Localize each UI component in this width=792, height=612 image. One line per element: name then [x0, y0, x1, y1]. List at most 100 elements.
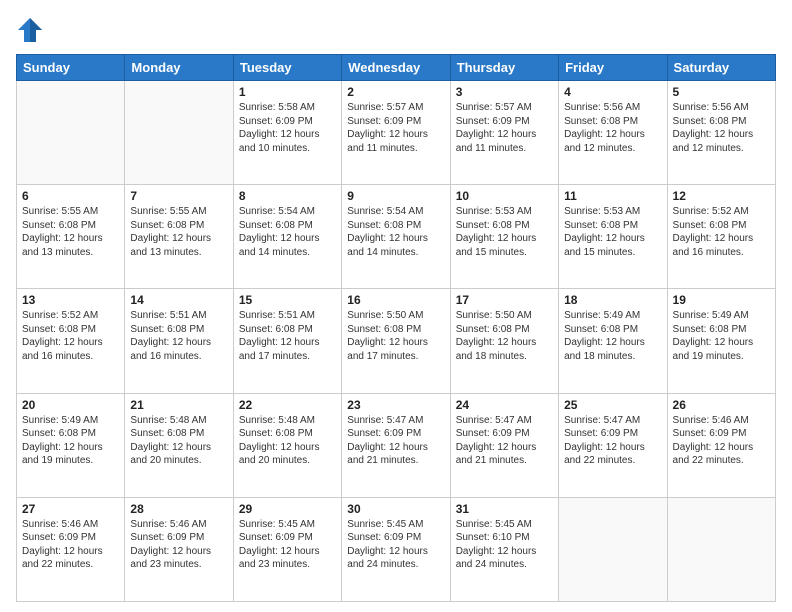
calendar-cell: 28 Sunrise: 5:46 AM Sunset: 6:09 PM Dayli…	[125, 497, 233, 601]
calendar-cell: 30 Sunrise: 5:45 AM Sunset: 6:09 PM Dayli…	[342, 497, 450, 601]
day-info: Sunrise: 5:57 AM Sunset: 6:09 PM Dayligh…	[347, 101, 444, 155]
day-info: Sunrise: 5:53 AM Sunset: 6:08 PM Dayligh…	[564, 205, 661, 259]
day-number: 22	[239, 398, 336, 412]
day-info: Sunrise: 5:50 AM Sunset: 6:08 PM Dayligh…	[347, 309, 444, 363]
day-info: Sunrise: 5:45 AM Sunset: 6:09 PM Dayligh…	[347, 518, 444, 572]
calendar-cell: 29 Sunrise: 5:45 AM Sunset: 6:09 PM Dayli…	[233, 497, 341, 601]
day-number: 31	[456, 502, 553, 516]
day-info: Sunrise: 5:54 AM Sunset: 6:08 PM Dayligh…	[347, 205, 444, 259]
calendar-cell: 10 Sunrise: 5:53 AM Sunset: 6:08 PM Dayli…	[450, 185, 558, 289]
day-number: 23	[347, 398, 444, 412]
calendar-cell: 16 Sunrise: 5:50 AM Sunset: 6:08 PM Dayli…	[342, 289, 450, 393]
day-number: 30	[347, 502, 444, 516]
day-info: Sunrise: 5:49 AM Sunset: 6:08 PM Dayligh…	[673, 309, 770, 363]
day-number: 29	[239, 502, 336, 516]
logo-icon	[16, 16, 44, 44]
day-info: Sunrise: 5:51 AM Sunset: 6:08 PM Dayligh…	[239, 309, 336, 363]
day-number: 7	[130, 189, 227, 203]
calendar-header-monday: Monday	[125, 55, 233, 81]
calendar-header-saturday: Saturday	[667, 55, 775, 81]
calendar-week-row: 13 Sunrise: 5:52 AM Sunset: 6:08 PM Dayli…	[17, 289, 776, 393]
day-number: 16	[347, 293, 444, 307]
day-number: 24	[456, 398, 553, 412]
calendar-cell	[667, 497, 775, 601]
header	[16, 16, 776, 44]
day-info: Sunrise: 5:56 AM Sunset: 6:08 PM Dayligh…	[673, 101, 770, 155]
day-number: 15	[239, 293, 336, 307]
calendar-cell	[125, 81, 233, 185]
day-info: Sunrise: 5:46 AM Sunset: 6:09 PM Dayligh…	[130, 518, 227, 572]
day-info: Sunrise: 5:48 AM Sunset: 6:08 PM Dayligh…	[239, 414, 336, 468]
day-info: Sunrise: 5:46 AM Sunset: 6:09 PM Dayligh…	[22, 518, 119, 572]
calendar-cell: 7 Sunrise: 5:55 AM Sunset: 6:08 PM Daylig…	[125, 185, 233, 289]
day-number: 25	[564, 398, 661, 412]
calendar-header-tuesday: Tuesday	[233, 55, 341, 81]
day-number: 26	[673, 398, 770, 412]
day-number: 28	[130, 502, 227, 516]
day-info: Sunrise: 5:47 AM Sunset: 6:09 PM Dayligh…	[456, 414, 553, 468]
calendar-cell: 15 Sunrise: 5:51 AM Sunset: 6:08 PM Dayli…	[233, 289, 341, 393]
calendar-cell: 2 Sunrise: 5:57 AM Sunset: 6:09 PM Daylig…	[342, 81, 450, 185]
calendar-cell: 31 Sunrise: 5:45 AM Sunset: 6:10 PM Dayli…	[450, 497, 558, 601]
calendar-cell: 26 Sunrise: 5:46 AM Sunset: 6:09 PM Dayli…	[667, 393, 775, 497]
day-info: Sunrise: 5:45 AM Sunset: 6:10 PM Dayligh…	[456, 518, 553, 572]
day-number: 17	[456, 293, 553, 307]
day-info: Sunrise: 5:55 AM Sunset: 6:08 PM Dayligh…	[22, 205, 119, 259]
calendar-cell: 9Sunrise: 5:54 AM Sunset: 6:08 PM Daylig…	[342, 185, 450, 289]
calendar-cell: 3Sunrise: 5:57 AM Sunset: 6:09 PM Daylig…	[450, 81, 558, 185]
day-info: Sunrise: 5:51 AM Sunset: 6:08 PM Dayligh…	[130, 309, 227, 363]
day-number: 18	[564, 293, 661, 307]
day-info: Sunrise: 5:50 AM Sunset: 6:08 PM Dayligh…	[456, 309, 553, 363]
day-number: 1	[239, 85, 336, 99]
day-info: Sunrise: 5:53 AM Sunset: 6:08 PM Dayligh…	[456, 205, 553, 259]
calendar-cell: 21 Sunrise: 5:48 AM Sunset: 6:08 PM Dayli…	[125, 393, 233, 497]
calendar-header-thursday: Thursday	[450, 55, 558, 81]
calendar-cell: 20Sunrise: 5:49 AM Sunset: 6:08 PM Dayli…	[17, 393, 125, 497]
day-number: 11	[564, 189, 661, 203]
calendar-cell: 6 Sunrise: 5:55 AM Sunset: 6:08 PM Daylig…	[17, 185, 125, 289]
calendar-cell: 13 Sunrise: 5:52 AM Sunset: 6:08 PM Dayli…	[17, 289, 125, 393]
day-info: Sunrise: 5:46 AM Sunset: 6:09 PM Dayligh…	[673, 414, 770, 468]
calendar-cell: 12 Sunrise: 5:52 AM Sunset: 6:08 PM Dayli…	[667, 185, 775, 289]
day-number: 21	[130, 398, 227, 412]
day-info: Sunrise: 5:52 AM Sunset: 6:08 PM Dayligh…	[673, 205, 770, 259]
day-number: 6	[22, 189, 119, 203]
calendar-cell	[559, 497, 667, 601]
calendar-header-sunday: Sunday	[17, 55, 125, 81]
calendar-header-friday: Friday	[559, 55, 667, 81]
calendar-cell: 23 Sunrise: 5:47 AM Sunset: 6:09 PM Dayli…	[342, 393, 450, 497]
day-number: 5	[673, 85, 770, 99]
day-number: 8	[239, 189, 336, 203]
day-number: 2	[347, 85, 444, 99]
day-number: 14	[130, 293, 227, 307]
day-number: 12	[673, 189, 770, 203]
day-number: 4	[564, 85, 661, 99]
calendar-cell: 18Sunrise: 5:49 AM Sunset: 6:08 PM Dayli…	[559, 289, 667, 393]
day-info: Sunrise: 5:47 AM Sunset: 6:09 PM Dayligh…	[347, 414, 444, 468]
calendar-week-row: 27 Sunrise: 5:46 AM Sunset: 6:09 PM Dayli…	[17, 497, 776, 601]
day-info: Sunrise: 5:58 AM Sunset: 6:09 PM Dayligh…	[239, 101, 336, 155]
calendar-cell: 17 Sunrise: 5:50 AM Sunset: 6:08 PM Dayli…	[450, 289, 558, 393]
day-number: 27	[22, 502, 119, 516]
day-info: Sunrise: 5:47 AM Sunset: 6:09 PM Dayligh…	[564, 414, 661, 468]
calendar-cell: 19Sunrise: 5:49 AM Sunset: 6:08 PM Dayli…	[667, 289, 775, 393]
day-info: Sunrise: 5:54 AM Sunset: 6:08 PM Dayligh…	[239, 205, 336, 259]
calendar-week-row: 1 Sunrise: 5:58 AM Sunset: 6:09 PM Daylig…	[17, 81, 776, 185]
calendar-table: SundayMondayTuesdayWednesdayThursdayFrid…	[16, 54, 776, 602]
calendar-week-row: 6 Sunrise: 5:55 AM Sunset: 6:08 PM Daylig…	[17, 185, 776, 289]
day-info: Sunrise: 5:55 AM Sunset: 6:08 PM Dayligh…	[130, 205, 227, 259]
day-number: 13	[22, 293, 119, 307]
day-number: 10	[456, 189, 553, 203]
calendar-cell: 27 Sunrise: 5:46 AM Sunset: 6:09 PM Dayli…	[17, 497, 125, 601]
calendar-header-row: SundayMondayTuesdayWednesdayThursdayFrid…	[17, 55, 776, 81]
day-info: Sunrise: 5:52 AM Sunset: 6:08 PM Dayligh…	[22, 309, 119, 363]
day-info: Sunrise: 5:57 AM Sunset: 6:09 PM Dayligh…	[456, 101, 553, 155]
calendar-cell: 11 Sunrise: 5:53 AM Sunset: 6:08 PM Dayli…	[559, 185, 667, 289]
day-number: 20	[22, 398, 119, 412]
day-info: Sunrise: 5:45 AM Sunset: 6:09 PM Dayligh…	[239, 518, 336, 572]
calendar-cell: 5 Sunrise: 5:56 AM Sunset: 6:08 PM Daylig…	[667, 81, 775, 185]
calendar-cell: 1 Sunrise: 5:58 AM Sunset: 6:09 PM Daylig…	[233, 81, 341, 185]
day-info: Sunrise: 5:56 AM Sunset: 6:08 PM Dayligh…	[564, 101, 661, 155]
day-info: Sunrise: 5:48 AM Sunset: 6:08 PM Dayligh…	[130, 414, 227, 468]
calendar-cell	[17, 81, 125, 185]
